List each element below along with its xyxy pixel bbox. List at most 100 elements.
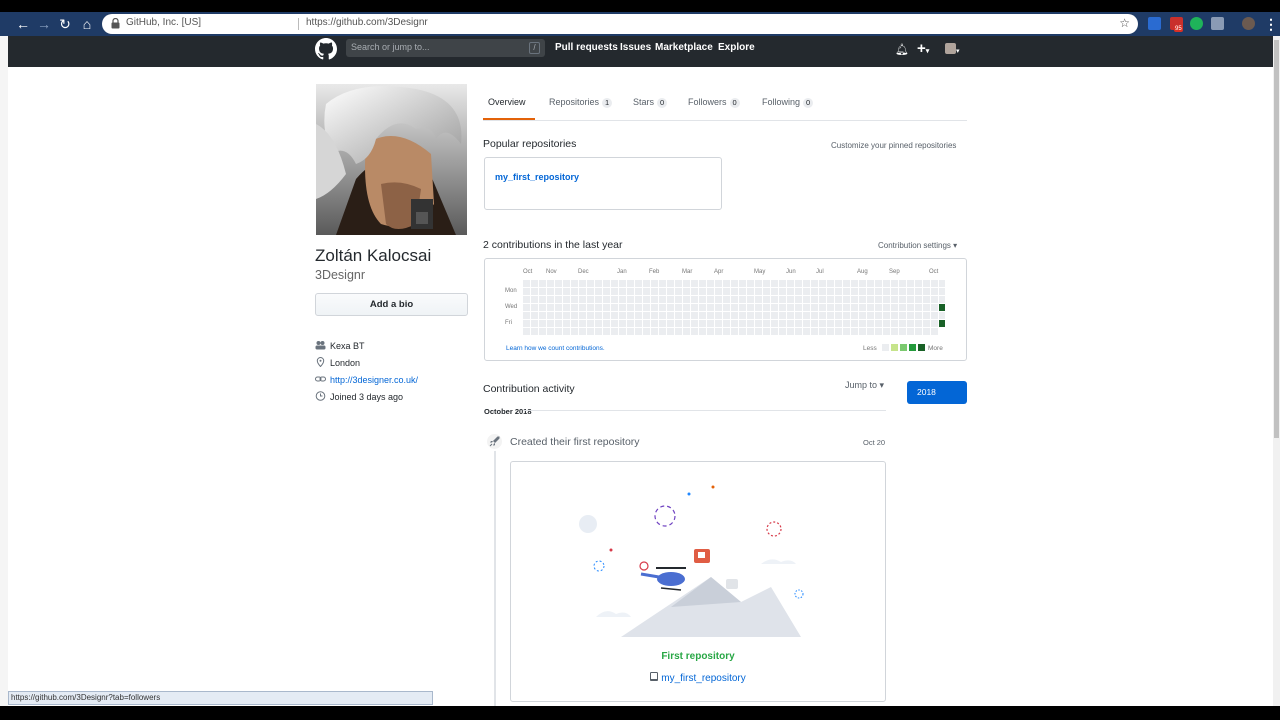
contribution-day[interactable] [651, 328, 658, 335]
contribution-day[interactable] [939, 312, 945, 319]
contribution-day[interactable] [651, 296, 658, 303]
contribution-day[interactable] [691, 328, 698, 335]
contribution-day[interactable] [915, 288, 922, 295]
contribution-day[interactable] [819, 320, 826, 327]
avatar[interactable] [316, 84, 467, 235]
contribution-day[interactable] [787, 288, 794, 295]
contribution-day[interactable] [851, 320, 858, 327]
contribution-day[interactable] [747, 312, 754, 319]
generic-extension-icon[interactable] [1211, 17, 1224, 30]
contribution-day[interactable] [931, 328, 938, 335]
contribution-day[interactable] [731, 288, 738, 295]
contribution-day[interactable] [939, 288, 945, 295]
contribution-day[interactable] [635, 328, 642, 335]
contribution-day[interactable] [579, 320, 586, 327]
contribution-day[interactable] [843, 280, 850, 287]
contribution-day[interactable] [859, 312, 866, 319]
contribution-day[interactable] [923, 320, 930, 327]
contribution-day[interactable] [755, 280, 762, 287]
contribution-day[interactable] [683, 280, 690, 287]
contribution-day[interactable] [795, 280, 802, 287]
contribution-day[interactable] [643, 312, 650, 319]
contribution-day[interactable] [747, 320, 754, 327]
contribution-day[interactable] [875, 312, 882, 319]
user-menu-avatar-icon[interactable]: ▾ [945, 43, 960, 56]
contribution-day[interactable] [547, 296, 554, 303]
contribution-day[interactable] [931, 312, 938, 319]
contribution-day[interactable] [811, 288, 818, 295]
contribution-day[interactable] [699, 304, 706, 311]
contribution-day[interactable] [611, 328, 618, 335]
contribution-day[interactable] [683, 296, 690, 303]
contribution-day[interactable] [731, 328, 738, 335]
contribution-day[interactable] [835, 304, 842, 311]
contribution-day[interactable] [555, 304, 562, 311]
contribution-day[interactable] [795, 296, 802, 303]
contribution-day[interactable] [523, 296, 530, 303]
contribution-day[interactable] [699, 280, 706, 287]
contribution-day[interactable] [771, 312, 778, 319]
contribution-day[interactable] [731, 320, 738, 327]
contribution-day[interactable] [923, 304, 930, 311]
contribution-day[interactable] [723, 304, 730, 311]
contribution-day[interactable] [739, 288, 746, 295]
contribution-day[interactable] [595, 328, 602, 335]
contribution-day[interactable] [827, 328, 834, 335]
contribution-day[interactable] [667, 304, 674, 311]
contribution-day[interactable] [651, 312, 658, 319]
contribution-day[interactable] [811, 312, 818, 319]
contribution-day[interactable] [747, 280, 754, 287]
contribution-day[interactable] [627, 320, 634, 327]
contribution-day[interactable] [875, 304, 882, 311]
contribution-day[interactable] [795, 288, 802, 295]
contribution-day[interactable] [851, 328, 858, 335]
contribution-day[interactable] [835, 320, 842, 327]
contribution-day[interactable] [563, 280, 570, 287]
contribution-day[interactable] [779, 320, 786, 327]
contribution-day[interactable] [867, 288, 874, 295]
contribution-day[interactable] [875, 328, 882, 335]
contribution-day[interactable] [779, 280, 786, 287]
contribution-day[interactable] [755, 320, 762, 327]
contribution-day[interactable] [571, 304, 578, 311]
contribution-day[interactable] [587, 304, 594, 311]
contribution-day[interactable] [531, 312, 538, 319]
contribution-day[interactable] [595, 280, 602, 287]
contribution-day[interactable] [707, 320, 714, 327]
contribution-day[interactable] [555, 328, 562, 335]
contribution-day[interactable] [675, 312, 682, 319]
nav-pull-requests[interactable]: Pull requests [555, 42, 618, 53]
grammar-extension-icon[interactable] [1190, 17, 1203, 30]
contribution-day[interactable] [787, 296, 794, 303]
contribution-day[interactable] [915, 320, 922, 327]
contribution-day[interactable] [723, 312, 730, 319]
contribution-day[interactable] [827, 296, 834, 303]
contribution-day[interactable] [763, 280, 770, 287]
contribution-day[interactable] [907, 304, 914, 311]
contribution-day[interactable] [555, 296, 562, 303]
contribution-day[interactable] [699, 320, 706, 327]
page-scrollbar[interactable] [1273, 36, 1280, 706]
contribution-day[interactable] [643, 280, 650, 287]
contribution-day[interactable] [707, 288, 714, 295]
notifications-bell-icon[interactable]: 🔔︎ [895, 43, 909, 56]
contribution-day[interactable] [675, 296, 682, 303]
contribution-day[interactable] [883, 280, 890, 287]
contribution-day[interactable] [819, 296, 826, 303]
contribution-day[interactable] [827, 304, 834, 311]
contribution-day[interactable] [867, 280, 874, 287]
contribution-day[interactable] [659, 280, 666, 287]
contribution-day[interactable] [523, 304, 530, 311]
contribution-day[interactable] [667, 280, 674, 287]
contribution-day[interactable] [747, 288, 754, 295]
contribution-day[interactable] [843, 288, 850, 295]
nav-explore[interactable]: Explore [718, 42, 755, 53]
contribution-day[interactable] [651, 288, 658, 295]
contribution-day[interactable] [811, 304, 818, 311]
contribution-day[interactable] [843, 328, 850, 335]
add-bio-button[interactable]: Add a bio [315, 293, 468, 316]
contribution-day[interactable] [643, 304, 650, 311]
contribution-day[interactable] [755, 312, 762, 319]
contribution-day[interactable] [675, 320, 682, 327]
contribution-day[interactable] [595, 288, 602, 295]
